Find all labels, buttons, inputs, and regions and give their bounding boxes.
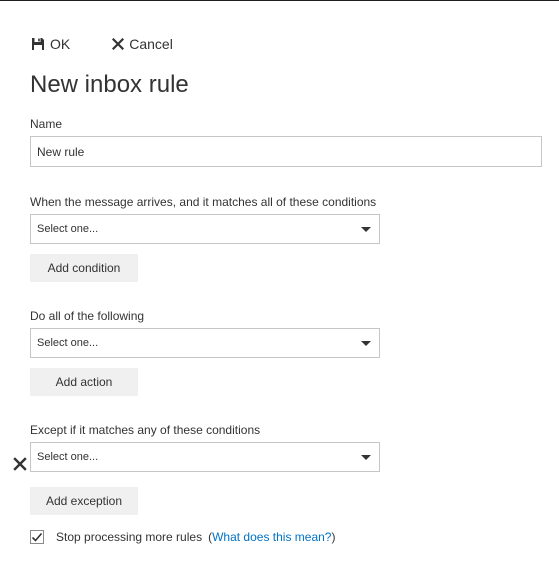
- conditions-label: When the message arrives, and it matches…: [30, 195, 377, 209]
- stop-processing-checkbox[interactable]: [30, 530, 44, 544]
- chevron-down-icon: [361, 227, 371, 232]
- add-condition-button[interactable]: Add condition: [30, 254, 138, 282]
- exception-select[interactable]: Select one...: [30, 442, 380, 472]
- checkmark-icon: [31, 532, 43, 542]
- save-icon: [31, 37, 45, 51]
- condition-select[interactable]: Select one...: [30, 214, 380, 244]
- ok-label: OK: [50, 36, 71, 52]
- toolbar: OK Cancel: [31, 34, 173, 54]
- exception-select-value: Select one...: [37, 451, 99, 463]
- chevron-down-icon: [361, 341, 371, 346]
- action-select-value: Select one...: [37, 337, 99, 349]
- rule-name-input[interactable]: [30, 136, 542, 167]
- stop-processing-row: Stop processing more rules (What does th…: [30, 529, 335, 545]
- chevron-down-icon: [361, 455, 371, 460]
- actions-label: Do all of the following: [30, 309, 145, 323]
- what-does-this-mean-link[interactable]: What does this mean?: [212, 530, 331, 544]
- cancel-label: Cancel: [129, 36, 173, 52]
- condition-select-value: Select one...: [37, 223, 99, 235]
- help-close-paren: ): [331, 530, 336, 544]
- ok-button[interactable]: OK: [31, 36, 70, 52]
- help-link-wrapper: (What does this mean?): [208, 530, 335, 544]
- new-inbox-rule-page: OK Cancel New inbox rule Name When the m…: [0, 0, 559, 564]
- remove-exception-icon[interactable]: [13, 457, 27, 471]
- close-icon: [112, 38, 125, 50]
- add-exception-button[interactable]: Add exception: [30, 487, 138, 515]
- action-select[interactable]: Select one...: [30, 328, 380, 358]
- cancel-button[interactable]: Cancel: [112, 36, 173, 52]
- name-label: Name: [30, 117, 63, 131]
- stop-processing-label: Stop processing more rules: [56, 530, 203, 544]
- page-title: New inbox rule: [30, 71, 189, 98]
- add-action-button[interactable]: Add action: [30, 368, 138, 396]
- exceptions-label: Except if it matches any of these condit…: [30, 423, 261, 437]
